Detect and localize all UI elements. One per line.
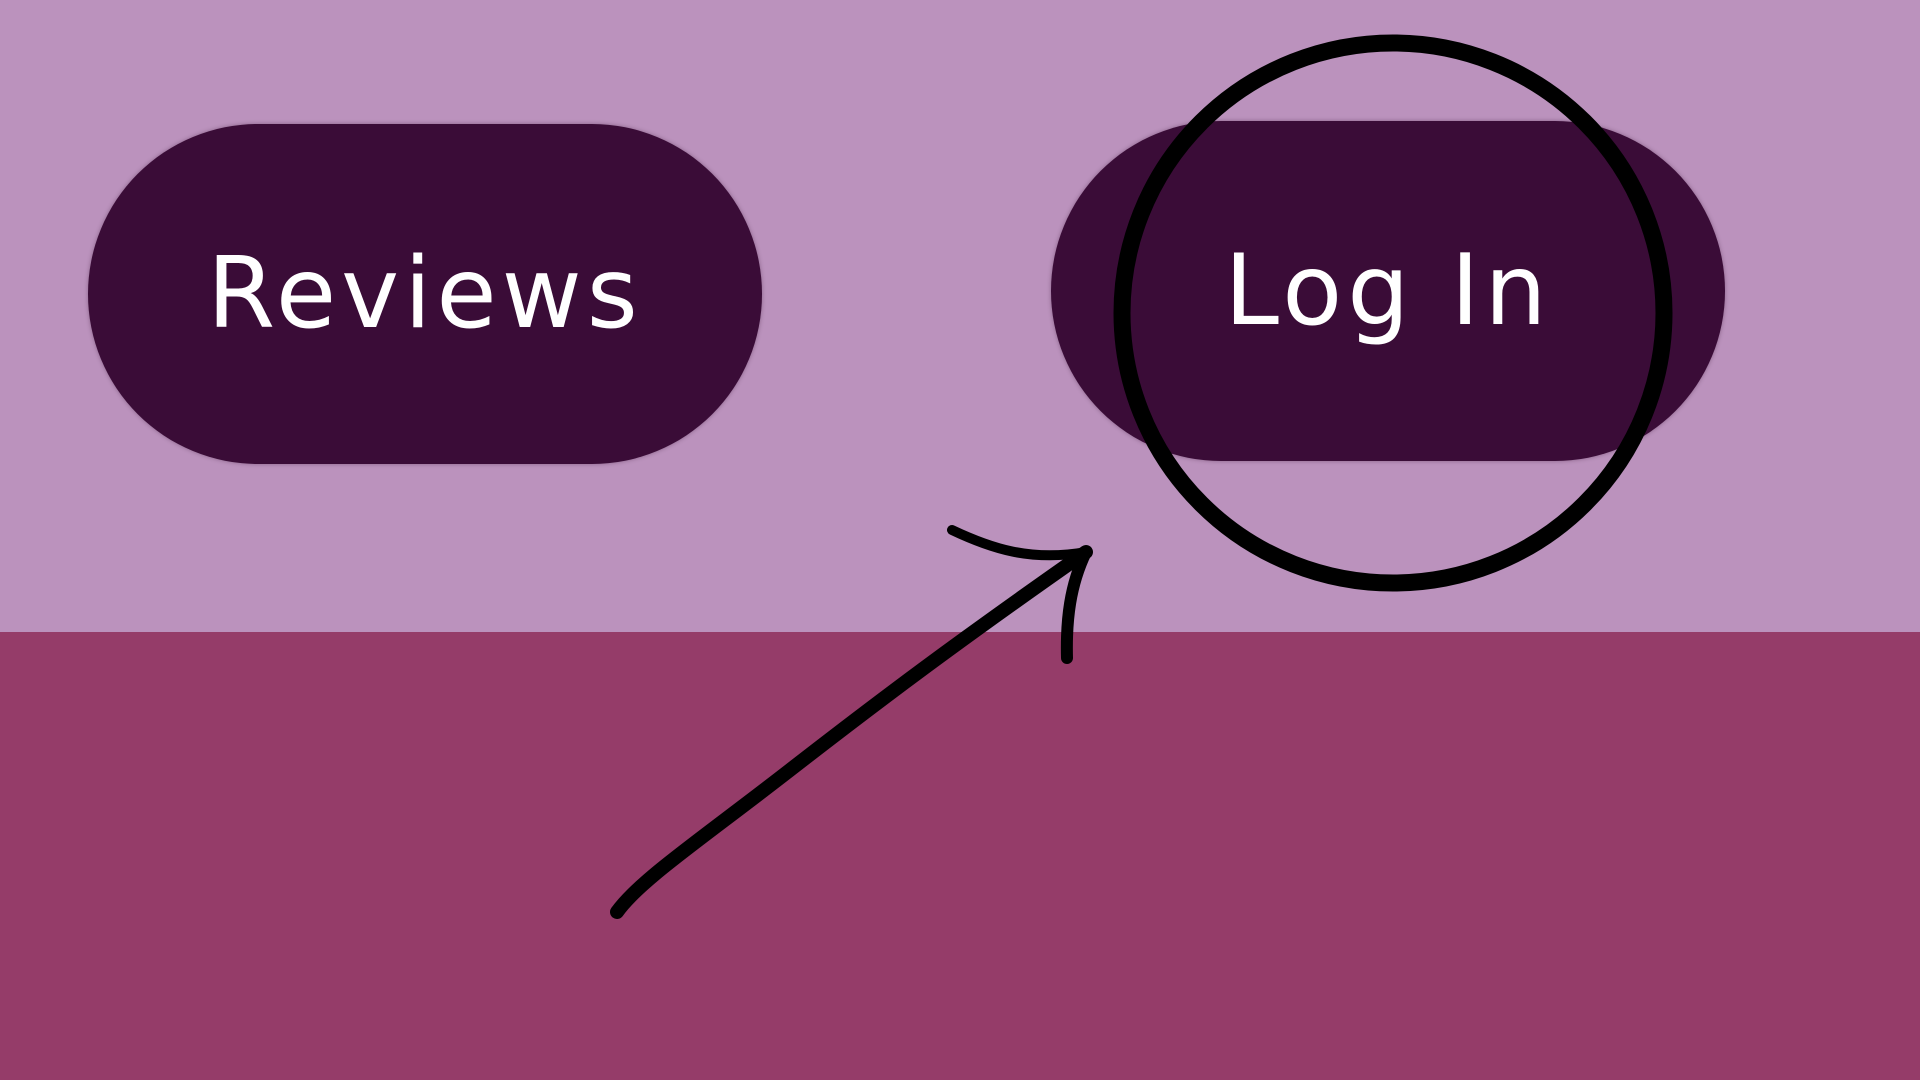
reviews-button[interactable]: Reviews <box>88 124 762 464</box>
login-button[interactable]: Log In <box>1051 121 1725 461</box>
content-band <box>0 632 1920 1080</box>
page: Reviews Log In <box>0 0 1920 1080</box>
